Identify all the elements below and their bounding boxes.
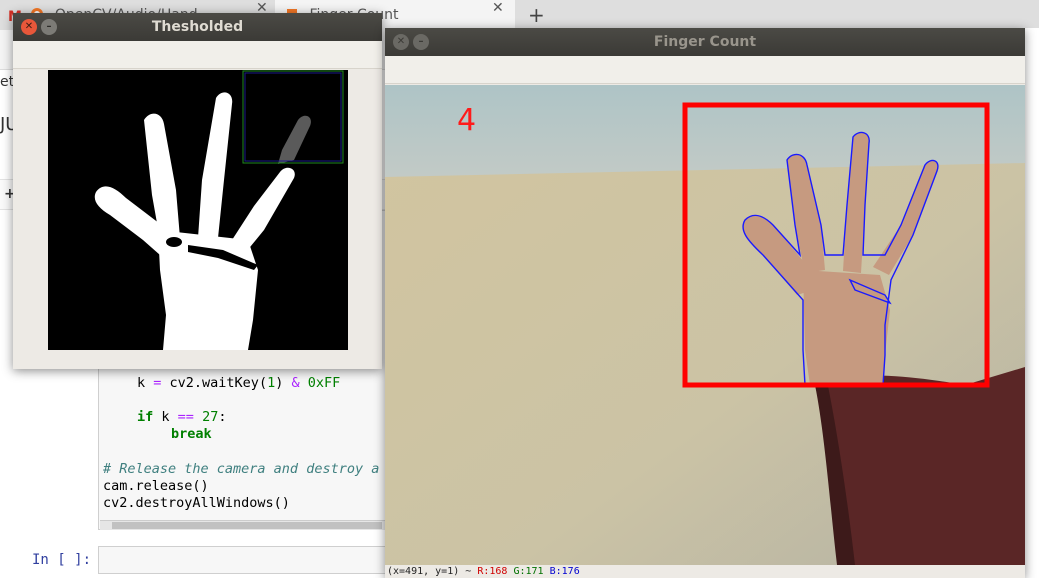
window-title: Thesholded — [151, 19, 244, 35]
finger-count-label: 4 — [457, 103, 477, 138]
close-icon[interactable]: ✕ — [393, 34, 409, 50]
close-icon[interactable]: ✕ — [21, 19, 37, 35]
code-line: # Release the camera and destroy a — [103, 461, 380, 477]
code-line: k = cv2.waitKey(1) & 0xFF — [137, 375, 341, 391]
new-tab-button[interactable]: + — [528, 2, 545, 28]
background-edge — [1025, 28, 1039, 578]
camera-frame-drawing — [385, 85, 1025, 565]
code-line: cv2.destroyAllWindows() — [103, 495, 290, 511]
pixel-b: B:176 — [549, 566, 580, 577]
pixel-g: G:171 — [513, 566, 544, 577]
close-icon[interactable]: ✕ — [492, 0, 504, 16]
window-titlebar[interactable]: Finger Count — [385, 28, 1025, 56]
pixel-status-bar: (x=491, y=1) ~ R:168 G:171 B:176 — [385, 565, 1025, 578]
window-title: Finger Count — [653, 34, 757, 50]
minimize-icon[interactable]: – — [413, 34, 429, 50]
scrollbar-thumb[interactable] — [112, 522, 382, 529]
code-line: cam.release() — [103, 478, 209, 494]
threshold-image — [48, 70, 348, 350]
window-toolbar-area — [385, 56, 1025, 84]
window-toolbar-area — [13, 41, 382, 69]
cursor-coords: (x=491, y=1) ~ — [387, 566, 472, 577]
horizontal-scrollbar[interactable] — [100, 520, 390, 530]
pixel-r: R:168 — [477, 566, 508, 577]
thresholded-window[interactable]: Thesholded ✕ – — [13, 13, 382, 369]
minimize-icon[interactable]: – — [41, 19, 57, 35]
empty-input-cell[interactable] — [98, 546, 398, 574]
window-titlebar[interactable]: Thesholded — [13, 13, 382, 41]
camera-feed: 4 — [385, 85, 1025, 565]
threshold-mask-drawing — [48, 70, 348, 350]
input-prompt: In [ ]: — [32, 552, 92, 568]
code-line: break — [171, 426, 212, 442]
code-line: if k == 27: — [137, 409, 227, 425]
finger-count-window[interactable]: Finger Count ✕ – 4 (x=491, y=1) ~ R:168 … — [385, 28, 1025, 578]
